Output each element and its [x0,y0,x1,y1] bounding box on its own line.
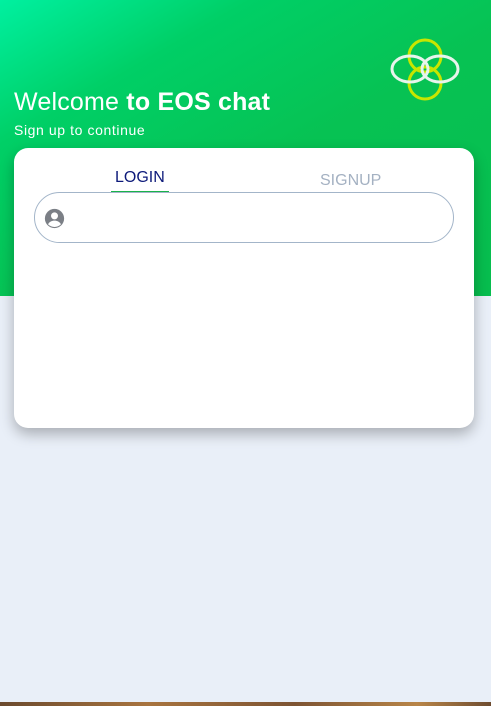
bottom-strip [0,702,491,706]
welcome-title-bold: to EOS chat [126,88,271,116]
user-circle-icon [44,208,65,229]
welcome-title: Welcome to EOS chat [14,86,270,118]
app-screen: Welcome to EOS chat Sign up to continue … [0,0,491,706]
auth-card: LOGIN SIGNUP [14,148,474,428]
welcome-subtitle: Sign up to continue [14,122,146,138]
tab-login[interactable]: LOGIN [111,168,169,193]
welcome-title-light: Welcome [14,88,120,116]
username-field[interactable] [34,192,454,243]
tab-signup[interactable]: SIGNUP [320,171,381,191]
eos-logo-icon [390,38,460,101]
username-input[interactable] [75,201,445,234]
